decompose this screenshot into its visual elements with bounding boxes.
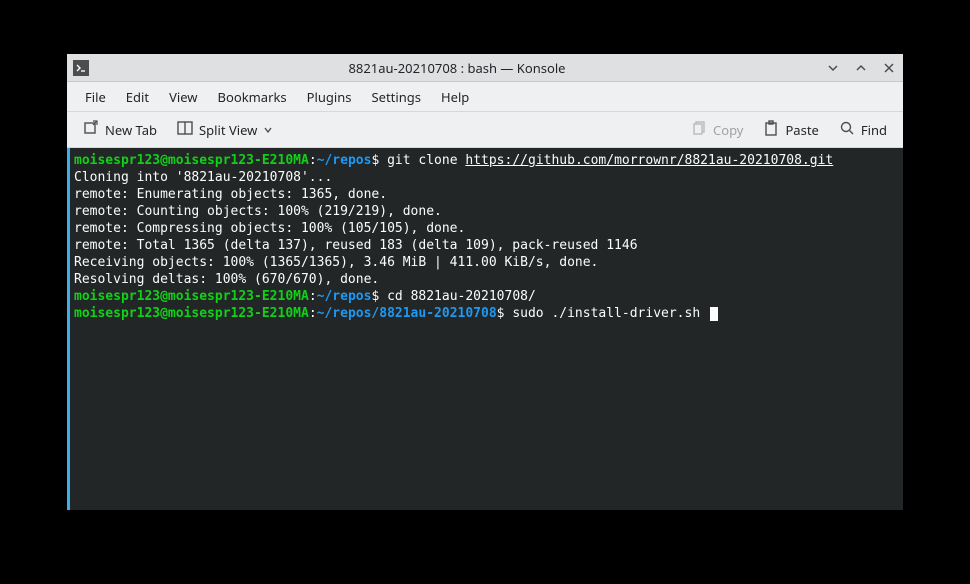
output-line: remote: Total 1365 (delta 137), reused 1… <box>74 237 899 254</box>
paste-button[interactable]: Paste <box>757 116 824 144</box>
chevron-down-icon <box>263 121 273 139</box>
prompt-path: ~/repos/8821au-20210708 <box>317 306 497 321</box>
repo-url[interactable]: https://github.com/morrownr/8821au-20210… <box>465 153 833 168</box>
find-label: Find <box>861 121 887 139</box>
command-text: git clone <box>387 153 465 168</box>
prompt-user: moisespr123@moisespr123-E210MA <box>74 289 309 304</box>
menu-view[interactable]: View <box>159 84 207 110</box>
copy-button: Copy <box>685 116 749 144</box>
terminal-cursor <box>710 307 718 321</box>
menu-file[interactable]: File <box>75 84 116 110</box>
copy-label: Copy <box>713 121 743 139</box>
copy-icon <box>691 120 707 140</box>
prompt-line-1: moisespr123@moisespr123-E210MA:~/repos$ … <box>74 152 899 169</box>
new-tab-label: New Tab <box>105 121 157 139</box>
command-text: sudo ./install-driver.sh <box>512 306 708 321</box>
split-view-icon <box>177 120 193 140</box>
minimize-button[interactable] <box>825 60 841 76</box>
prompt-user: moisespr123@moisespr123-E210MA <box>74 153 309 168</box>
paste-label: Paste <box>785 121 818 139</box>
paste-icon <box>763 120 779 140</box>
app-icon <box>73 60 89 76</box>
search-icon <box>839 120 855 140</box>
find-button[interactable]: Find <box>833 116 893 144</box>
prompt-path: ~/repos <box>317 289 372 304</box>
menu-plugins[interactable]: Plugins <box>297 84 362 110</box>
split-view-label: Split View <box>199 121 257 139</box>
toolbar: New Tab Split View Copy Paste <box>67 112 903 148</box>
konsole-window: 8821au-20210708 : bash — Konsole File Ed… <box>67 54 903 510</box>
output-line: remote: Enumerating objects: 1365, done. <box>74 186 899 203</box>
menu-bookmarks[interactable]: Bookmarks <box>208 84 297 110</box>
menu-settings[interactable]: Settings <box>362 84 431 110</box>
menubar: File Edit View Bookmarks Plugins Setting… <box>67 82 903 112</box>
output-line: Cloning into '8821au-20210708'... <box>74 169 899 186</box>
output-line: Receiving objects: 100% (1365/1365), 3.4… <box>74 254 899 271</box>
prompt-line-2: moisespr123@moisespr123-E210MA:~/repos$ … <box>74 288 899 305</box>
titlebar: 8821au-20210708 : bash — Konsole <box>67 54 903 82</box>
terminal-viewport[interactable]: moisespr123@moisespr123-E210MA:~/repos$ … <box>67 148 903 510</box>
close-button[interactable] <box>881 60 897 76</box>
menu-edit[interactable]: Edit <box>116 84 159 110</box>
window-controls <box>825 60 897 76</box>
command-text: cd 8821au-20210708/ <box>387 289 536 304</box>
prompt-user: moisespr123@moisespr123-E210MA <box>74 306 309 321</box>
window-title: 8821au-20210708 : bash — Konsole <box>97 59 817 77</box>
new-tab-icon <box>83 120 99 140</box>
new-tab-button[interactable]: New Tab <box>77 116 163 144</box>
prompt-line-3: moisespr123@moisespr123-E210MA:~/repos/8… <box>74 305 899 322</box>
split-view-button[interactable]: Split View <box>171 116 279 144</box>
maximize-button[interactable] <box>853 60 869 76</box>
menu-help[interactable]: Help <box>431 84 479 110</box>
output-line: remote: Counting objects: 100% (219/219)… <box>74 203 899 220</box>
output-line: Resolving deltas: 100% (670/670), done. <box>74 271 899 288</box>
output-line: remote: Compressing objects: 100% (105/1… <box>74 220 899 237</box>
prompt-path: ~/repos <box>317 153 372 168</box>
